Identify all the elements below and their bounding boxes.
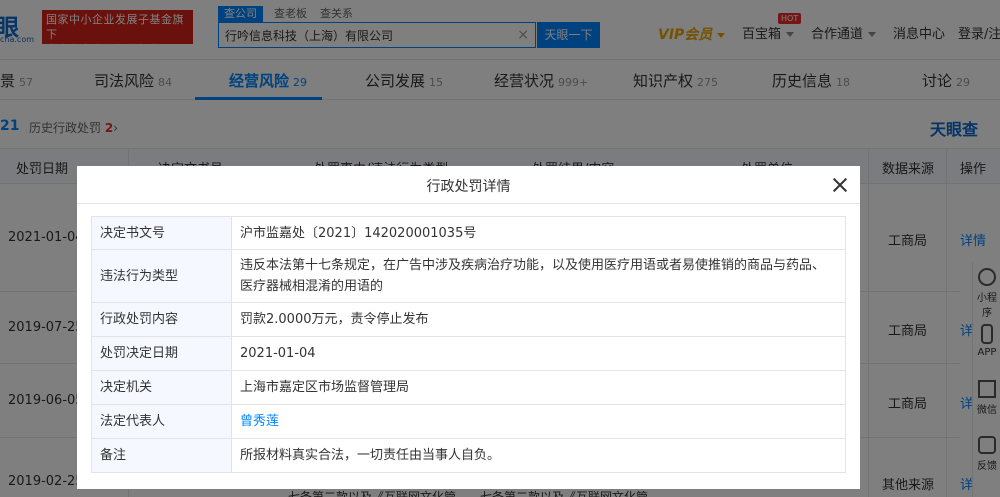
penalty-content-value: 罚款2.0000万元，责令停止发布 [231, 302, 846, 337]
field-label: 法定代表人 [91, 404, 232, 439]
decision-number-value: 沪市监嘉处〔2021〕142020001035号 [231, 216, 846, 250]
detail-table: 决定书文号 沪市监嘉处〔2021〕142020001035号 违法行为类型 违反… [91, 216, 846, 473]
detail-row: 法定代表人 曾秀莲 [91, 404, 846, 439]
legal-representative-link[interactable]: 曾秀莲 [231, 404, 846, 439]
detail-row: 行政处罚内容 罚款2.0000万元，责令停止发布 [91, 302, 846, 337]
decision-date-value: 2021-01-04 [231, 336, 846, 371]
close-icon[interactable] [829, 174, 851, 196]
detail-row: 决定机关 上海市嘉定区市场监督管理局 [91, 370, 846, 405]
field-label: 决定书文号 [91, 216, 232, 250]
modal-header: 行政处罚详情 [77, 166, 860, 204]
violation-type-value: 违反本法第十七条规定，在广告中涉及疾病治疗功能，以及使用医疗用语或者易使推销的商… [231, 249, 846, 303]
field-label: 行政处罚内容 [91, 302, 232, 337]
field-label: 违法行为类型 [91, 249, 232, 303]
authority-value: 上海市嘉定区市场监督管理局 [231, 370, 846, 405]
field-label: 备注 [91, 438, 232, 473]
detail-row: 决定书文号 沪市监嘉处〔2021〕142020001035号 [91, 216, 846, 250]
detail-row: 备注 所报材料真实合法，一切责任由当事人自负。 [91, 438, 846, 473]
field-label: 处罚决定日期 [91, 336, 232, 371]
remarks-value: 所报材料真实合法，一切责任由当事人自负。 [231, 438, 846, 473]
modal-title: 行政处罚详情 [426, 179, 511, 195]
penalty-detail-modal: 行政处罚详情 决定书文号 沪市监嘉处〔2021〕142020001035号 违法… [77, 166, 860, 489]
detail-row: 违法行为类型 违反本法第十七条规定，在广告中涉及疾病治疗功能，以及使用医疗用语或… [91, 249, 846, 303]
detail-row: 处罚决定日期 2021-01-04 [91, 336, 846, 371]
field-label: 决定机关 [91, 370, 232, 405]
